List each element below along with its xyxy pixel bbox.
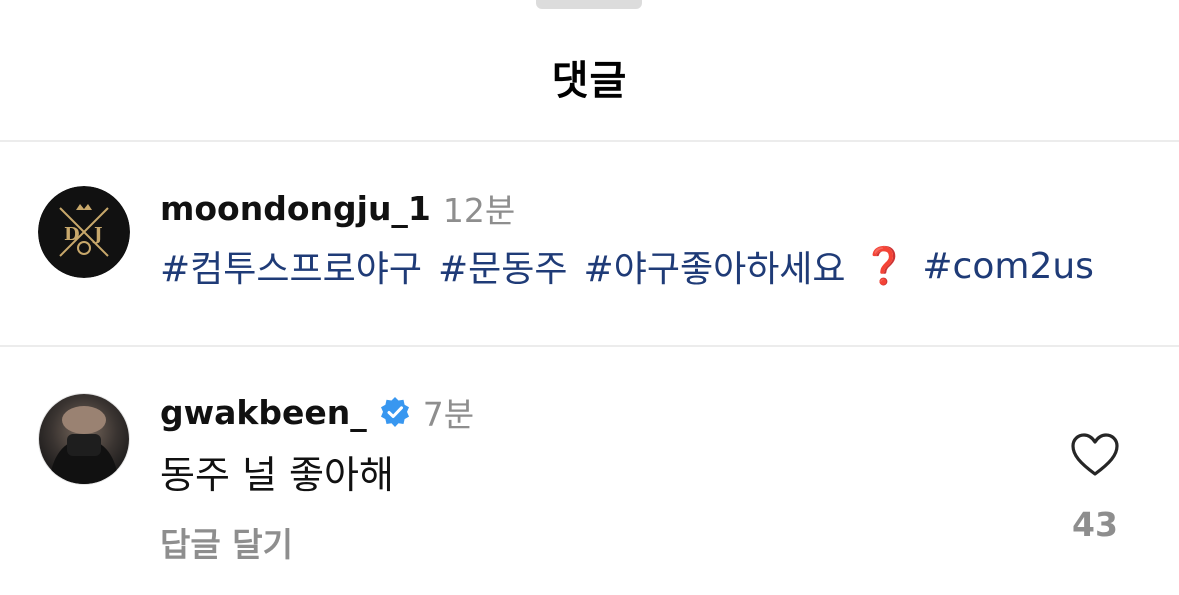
avatar[interactable] (38, 393, 130, 485)
question-emoji: ❓ (861, 246, 907, 287)
timestamp: 12분 (442, 191, 516, 230)
comment-header: moondongju_1 12분 (160, 186, 516, 231)
sheet-title: 댓글 (551, 58, 628, 104)
avatar[interactable]: D J (38, 186, 130, 278)
hashtag-link[interactable]: #야구좋아하세요 (584, 240, 846, 292)
username[interactable]: gwakbeen_ (160, 393, 367, 432)
like-count: 43 (1072, 505, 1118, 544)
hashtag-link[interactable]: #컴투스프로야구 (160, 240, 422, 292)
divider (0, 345, 1179, 347)
caption-text: #컴투스프로야구 #문동주 #야구좋아하세요 ❓ #com2us (160, 240, 1110, 292)
hashtag-link[interactable]: #com2us (922, 246, 1094, 287)
divider (0, 140, 1179, 142)
dj-logo-icon: D J (38, 186, 130, 278)
profile-photo-icon (39, 394, 129, 484)
username[interactable]: moondongju_1 (160, 189, 431, 228)
svg-text:J: J (92, 224, 103, 245)
heart-icon[interactable] (1070, 432, 1120, 478)
hashtag-link[interactable]: #문동주 (438, 240, 568, 292)
svg-text:D: D (64, 224, 80, 245)
reply-button[interactable]: 답글 달기 (160, 518, 293, 566)
sheet-grabber[interactable] (536, 0, 642, 9)
comment-text: 동주 널 좋아해 (160, 453, 394, 497)
verified-badge-icon (380, 397, 409, 427)
comment-header: gwakbeen_ 7분 (160, 390, 475, 435)
timestamp: 7분 (422, 395, 475, 434)
